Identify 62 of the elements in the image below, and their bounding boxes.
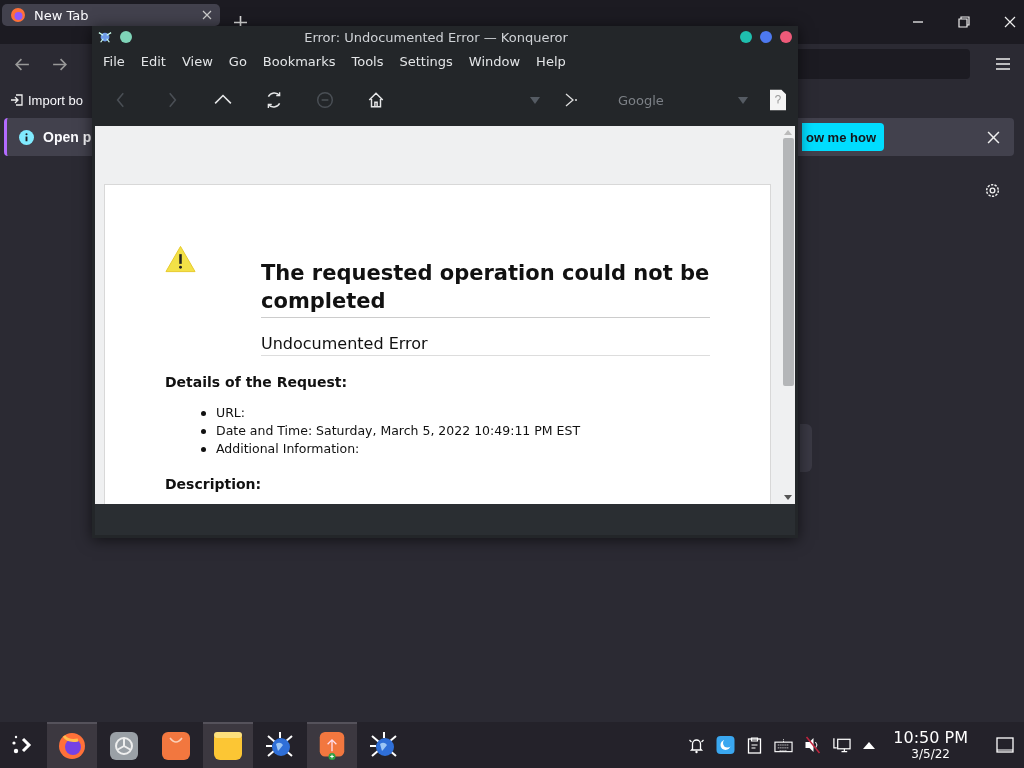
show-desktop-icon[interactable] bbox=[996, 737, 1014, 753]
globe-icon bbox=[266, 732, 294, 760]
bullet-icon bbox=[201, 446, 206, 452]
keyboard-icon[interactable] bbox=[774, 736, 794, 754]
import-icon bbox=[10, 93, 24, 107]
globe-icon bbox=[370, 732, 398, 760]
restore-icon[interactable] bbox=[958, 16, 970, 28]
scroll-down-icon[interactable] bbox=[784, 495, 792, 500]
pin-dot-icon[interactable] bbox=[120, 31, 132, 43]
minimize-icon[interactable] bbox=[740, 31, 752, 43]
detail-item: Additional Information: bbox=[216, 440, 360, 458]
taskbar-app[interactable] bbox=[203, 722, 253, 768]
reload-icon[interactable] bbox=[265, 91, 283, 109]
bell-icon[interactable] bbox=[687, 736, 707, 754]
home-icon[interactable] bbox=[367, 91, 385, 109]
maximize-icon[interactable] bbox=[760, 31, 772, 43]
show-me-how-button[interactable]: ow me how bbox=[801, 123, 884, 151]
details-heading: Details of the Request: bbox=[165, 374, 349, 390]
fox-logo-icon bbox=[10, 7, 26, 23]
bullet-icon bbox=[201, 428, 206, 434]
menu-item[interactable]: Go bbox=[220, 53, 255, 69]
new-tab-icon[interactable] bbox=[234, 15, 247, 29]
menu-item[interactable]: Edit bbox=[132, 53, 174, 69]
terminal-prompt-icon[interactable] bbox=[564, 92, 578, 108]
window-title: Error: Undocumented Error — Konqueror bbox=[303, 29, 569, 45]
upload-bag-icon bbox=[318, 732, 346, 760]
konqueror-icon bbox=[98, 30, 112, 44]
muted-speaker-icon[interactable] bbox=[803, 736, 823, 754]
detail-item: URL: bbox=[216, 404, 245, 422]
settings-icon[interactable] bbox=[984, 182, 1001, 199]
menu-item[interactable]: View bbox=[173, 53, 221, 69]
description-heading: Description: bbox=[165, 476, 263, 492]
side-handle bbox=[800, 424, 812, 472]
shopping-bag-icon bbox=[162, 732, 190, 760]
error-subheading: Undocumented Error bbox=[261, 318, 710, 356]
unknown-file-icon bbox=[770, 89, 786, 111]
close-icon[interactable] bbox=[202, 10, 212, 20]
menu-item[interactable]: Window bbox=[460, 53, 529, 69]
clock-time[interactable]: 10:50 PM bbox=[893, 730, 968, 746]
folder-icon bbox=[214, 732, 242, 760]
menu-item[interactable]: Help bbox=[528, 53, 574, 69]
menu-icon[interactable] bbox=[996, 58, 1010, 70]
warning-icon bbox=[165, 245, 196, 273]
expand-tray-icon[interactable] bbox=[863, 741, 876, 749]
network-icon[interactable] bbox=[832, 736, 852, 754]
import-bookmarks-button[interactable]: Import bo bbox=[8, 90, 85, 110]
gear-icon bbox=[110, 732, 138, 760]
menu-item[interactable]: Tools bbox=[343, 53, 392, 69]
error-heading: The requested operation could not be completed bbox=[261, 259, 710, 318]
detail-item: Date and Time: Saturday, March 5, 2022 10:49:11 PM EST bbox=[216, 422, 581, 440]
moon-app-icon[interactable] bbox=[716, 736, 736, 754]
fox-logo-icon bbox=[58, 732, 86, 760]
tab-title: New Tab bbox=[34, 7, 90, 23]
search-engine-field[interactable]: Google bbox=[614, 90, 732, 110]
browser-tab[interactable]: New Tab bbox=[2, 4, 220, 26]
clock-date[interactable]: 3/5/22 bbox=[911, 748, 950, 760]
bullet-icon bbox=[201, 410, 206, 416]
notification-text: Open p bbox=[43, 129, 92, 145]
menu-item[interactable]: File bbox=[95, 53, 133, 69]
menu-item[interactable]: Settings bbox=[391, 53, 461, 69]
menu-item[interactable]: Bookmarks bbox=[254, 53, 344, 69]
info-icon bbox=[19, 129, 34, 145]
